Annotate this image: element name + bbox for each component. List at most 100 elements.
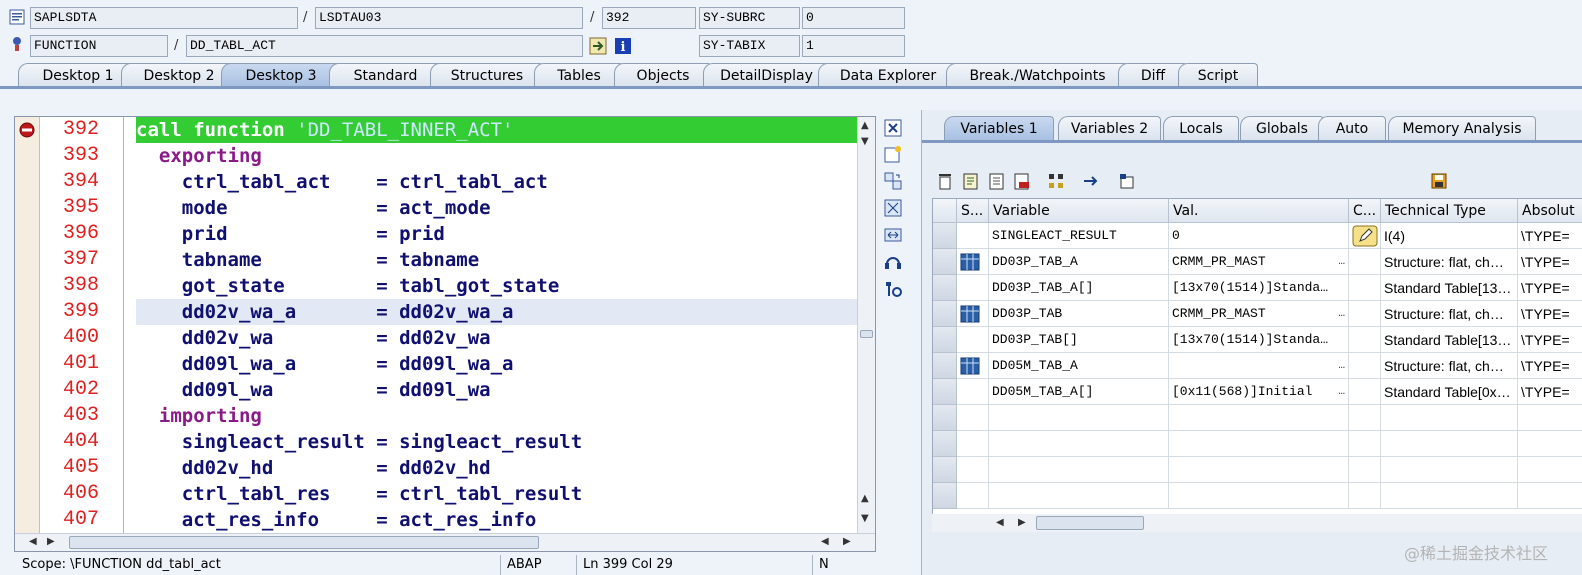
tab-data-explorer[interactable]: Data Explorer bbox=[818, 63, 958, 87]
line-field[interactable]: 392 bbox=[602, 7, 696, 29]
tab-desktop-3[interactable]: Desktop 3 bbox=[221, 63, 341, 87]
scroll-left-icon[interactable]: ◀ bbox=[29, 536, 37, 548]
grid-scroll-thumb[interactable] bbox=[1036, 516, 1144, 530]
grid-horizontal-scrollbar[interactable]: ◀ ▶ bbox=[932, 514, 1582, 532]
program-field[interactable]: SAPLSDTA bbox=[30, 7, 298, 29]
more-indicator[interactable]: … bbox=[1338, 301, 1345, 326]
scroll-right-icon[interactable]: ▶ bbox=[843, 536, 851, 548]
row-selector[interactable] bbox=[933, 379, 957, 405]
cell-change[interactable] bbox=[1349, 457, 1381, 483]
row-selector[interactable] bbox=[933, 405, 957, 431]
swap-tool-icon[interactable] bbox=[883, 171, 903, 191]
services-icon[interactable] bbox=[883, 252, 903, 272]
tab-desktop-1[interactable]: Desktop 1 bbox=[18, 63, 138, 87]
tab-locals[interactable]: Locals bbox=[1163, 116, 1239, 140]
row-selector[interactable] bbox=[933, 249, 957, 275]
code-line[interactable]: 398 got_state = tabl_got_state bbox=[15, 273, 861, 299]
navigate-variables-icon[interactable] bbox=[1082, 172, 1100, 190]
tab-tables[interactable]: Tables bbox=[534, 63, 624, 87]
cell-value[interactable]: 0 bbox=[1169, 223, 1349, 249]
more-indicator[interactable]: … bbox=[1338, 353, 1345, 378]
sy-tabix-value[interactable]: 1 bbox=[802, 35, 905, 57]
cell-change[interactable] bbox=[1349, 327, 1381, 353]
scroll-up-icon[interactable]: ▲ bbox=[861, 493, 869, 505]
cell-value[interactable]: [0x11(568)]Initial… bbox=[1169, 379, 1349, 405]
row-selector[interactable] bbox=[933, 301, 957, 327]
column-header-change[interactable]: C... bbox=[1349, 199, 1381, 223]
cell-change[interactable] bbox=[1349, 353, 1381, 379]
cell-change[interactable] bbox=[1349, 223, 1381, 249]
cell-value[interactable]: CRMM_PR_MAST… bbox=[1169, 301, 1349, 327]
resize-horizontal-icon[interactable] bbox=[883, 225, 903, 245]
code-line[interactable]: 404 singleact_result = singleact_result bbox=[15, 429, 861, 455]
code-line[interactable]: 393 exporting bbox=[15, 143, 861, 169]
tab-script[interactable]: Script bbox=[1178, 63, 1258, 87]
cell-change[interactable] bbox=[1349, 431, 1381, 457]
row-selector[interactable] bbox=[933, 223, 957, 249]
delete-icon[interactable] bbox=[936, 172, 954, 190]
code-line[interactable]: 402 dd09l_wa = dd09l_wa bbox=[15, 377, 861, 403]
scroll-left-icon[interactable]: ◀ bbox=[821, 536, 829, 548]
cell-value[interactable]: … bbox=[1169, 353, 1349, 379]
new-tool-icon[interactable] bbox=[883, 144, 903, 164]
save-variant-icon[interactable] bbox=[1013, 172, 1031, 190]
info-icon[interactable]: i bbox=[614, 37, 632, 55]
scroll-down-icon[interactable]: ▼ bbox=[861, 136, 869, 148]
column-header-s[interactable]: S... bbox=[957, 199, 989, 223]
tab-globals[interactable]: Globals bbox=[1240, 116, 1324, 140]
code-line[interactable]: 395 mode = act_mode bbox=[15, 195, 861, 221]
source-code-editor[interactable]: 392 call function 'DD_TABL_INNER_ACT' 393 … bbox=[14, 116, 876, 552]
cell-value[interactable]: [13x70(1514)]Standa… bbox=[1169, 327, 1349, 353]
code-line[interactable]: 399 dd02v_wa_a = dd02v_wa_a bbox=[15, 299, 861, 325]
scroll-right-icon[interactable]: ▶ bbox=[47, 536, 55, 548]
column-header-absolute[interactable]: Absolut bbox=[1518, 199, 1582, 223]
code-line[interactable]: 405 dd02v_hd = dd02v_hd bbox=[15, 455, 861, 481]
filter-icon[interactable] bbox=[1118, 172, 1136, 190]
tab-desktop-2[interactable]: Desktop 2 bbox=[121, 63, 237, 87]
cell-change[interactable] bbox=[1349, 483, 1381, 509]
save-icon[interactable] bbox=[1430, 172, 1448, 190]
scroll-right-icon[interactable]: ▶ bbox=[1018, 517, 1026, 529]
list-view-icon[interactable] bbox=[988, 172, 1006, 190]
column-header-technical-type[interactable]: Technical Type bbox=[1381, 199, 1518, 223]
more-indicator[interactable]: … bbox=[1338, 379, 1345, 404]
tab-auto[interactable]: Auto bbox=[1318, 116, 1386, 140]
code-line[interactable]: 394 ctrl_tabl_act = ctrl_tabl_act bbox=[15, 169, 861, 195]
horizontal-scroll-thumb[interactable] bbox=[69, 536, 539, 549]
cell-value[interactable]: [13x70(1514)]Standa… bbox=[1169, 275, 1349, 301]
cell-change[interactable] bbox=[1349, 301, 1381, 327]
code-line[interactable]: 406 ctrl_tabl_res = ctrl_tabl_result bbox=[15, 481, 861, 507]
cell-value[interactable]: CRMM_PR_MAST… bbox=[1169, 249, 1349, 275]
tab-variables-2[interactable]: Variables 2 bbox=[1058, 116, 1161, 140]
row-selector[interactable] bbox=[933, 353, 957, 379]
cell-change[interactable] bbox=[1349, 249, 1381, 275]
include-field[interactable]: LSDTAU03 bbox=[315, 7, 583, 29]
code-line[interactable]: 407 act_res_info = act_res_info bbox=[15, 507, 861, 533]
vertical-scroll-thumb[interactable] bbox=[860, 330, 873, 338]
scroll-left-icon[interactable]: ◀ bbox=[996, 517, 1004, 529]
cell-value[interactable] bbox=[1169, 483, 1349, 509]
row-selector[interactable] bbox=[933, 457, 957, 483]
cell-change[interactable] bbox=[1349, 275, 1381, 301]
more-indicator[interactable]: … bbox=[1338, 249, 1345, 274]
row-selector[interactable] bbox=[933, 431, 957, 457]
tab-memory-analysis[interactable]: Memory Analysis bbox=[1388, 116, 1536, 140]
tab-structures[interactable]: Structures bbox=[430, 63, 544, 87]
settings-icon[interactable] bbox=[883, 279, 903, 299]
editor-horizontal-scrollbar[interactable]: ◀ ▶ ◀ ▶ bbox=[15, 533, 875, 551]
code-line[interactable]: 392 call function 'DD_TABL_INNER_ACT' bbox=[15, 117, 861, 143]
column-header-value[interactable]: Val. bbox=[1169, 199, 1349, 223]
tab-standard[interactable]: Standard bbox=[329, 63, 442, 87]
code-line[interactable]: 403 importing bbox=[15, 403, 861, 429]
cell-change[interactable] bbox=[1349, 405, 1381, 431]
maximize-icon[interactable] bbox=[883, 198, 903, 218]
row-selector[interactable] bbox=[933, 275, 957, 301]
code-line[interactable]: 397 tabname = tabname bbox=[15, 247, 861, 273]
tab-detaildisplay[interactable]: DetailDisplay bbox=[703, 63, 830, 87]
row-selector[interactable] bbox=[933, 483, 957, 509]
tab-objects[interactable]: Objects bbox=[614, 63, 712, 87]
scroll-down-icon[interactable]: ▼ bbox=[861, 513, 869, 525]
editor-vertical-scrollbar[interactable]: ▲ ▼ ▲ ▼ bbox=[857, 117, 875, 535]
grid-corner[interactable] bbox=[933, 199, 957, 223]
cell-change[interactable] bbox=[1349, 379, 1381, 405]
